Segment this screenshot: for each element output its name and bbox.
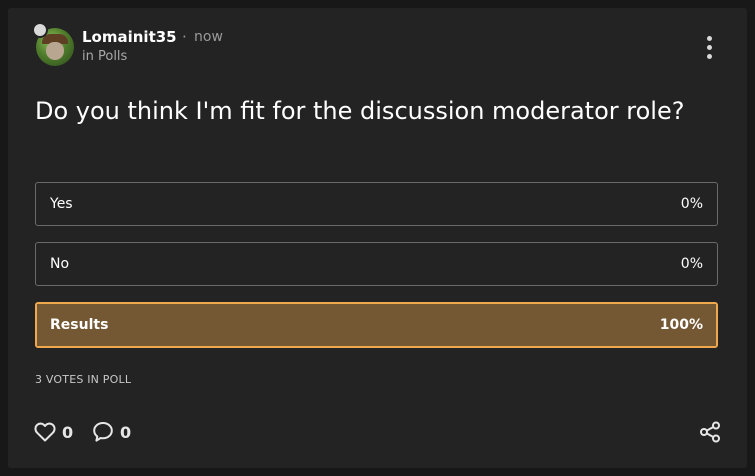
avatar-face [46,42,64,60]
comment-bubble-icon [93,422,113,442]
share-button[interactable] [698,420,722,444]
like-count: 0 [62,422,74,442]
poll-option-yes[interactable]: Yes 0% [35,182,718,226]
badge-icon [32,22,48,38]
comment-button[interactable]: 0 [92,420,131,444]
poll-results-fill [37,304,716,346]
poll-results-bar[interactable]: Results 100% [35,302,718,348]
poll-question: Do you think I'm fit for the discussion … [35,97,685,125]
post-time: now [194,29,223,45]
username[interactable]: Lomainit35 [82,28,177,46]
poll-option-no[interactable]: No 0% [35,242,718,286]
post-category[interactable]: in Polls [82,49,127,64]
like-button[interactable]: 0 [34,420,73,444]
heart-icon [34,422,56,442]
kebab-menu-icon[interactable] [700,36,718,60]
poll-option-percent: 0% [680,196,703,212]
post-card: Lomainit35 · now in Polls Do you think I… [8,8,747,468]
poll-results-label: Results [50,317,109,333]
poll-option-label: No [50,256,70,272]
poll-option-percent: 0% [680,256,703,272]
poll-vote-count: 3 VOTES IN POLL [35,373,132,386]
avatar-container[interactable] [32,22,84,74]
share-icon [700,421,720,443]
poll-option-label: Yes [50,196,73,212]
meta-separator: · [182,28,187,46]
comment-count: 0 [120,422,132,442]
poll-results-percent: 100% [659,317,703,333]
